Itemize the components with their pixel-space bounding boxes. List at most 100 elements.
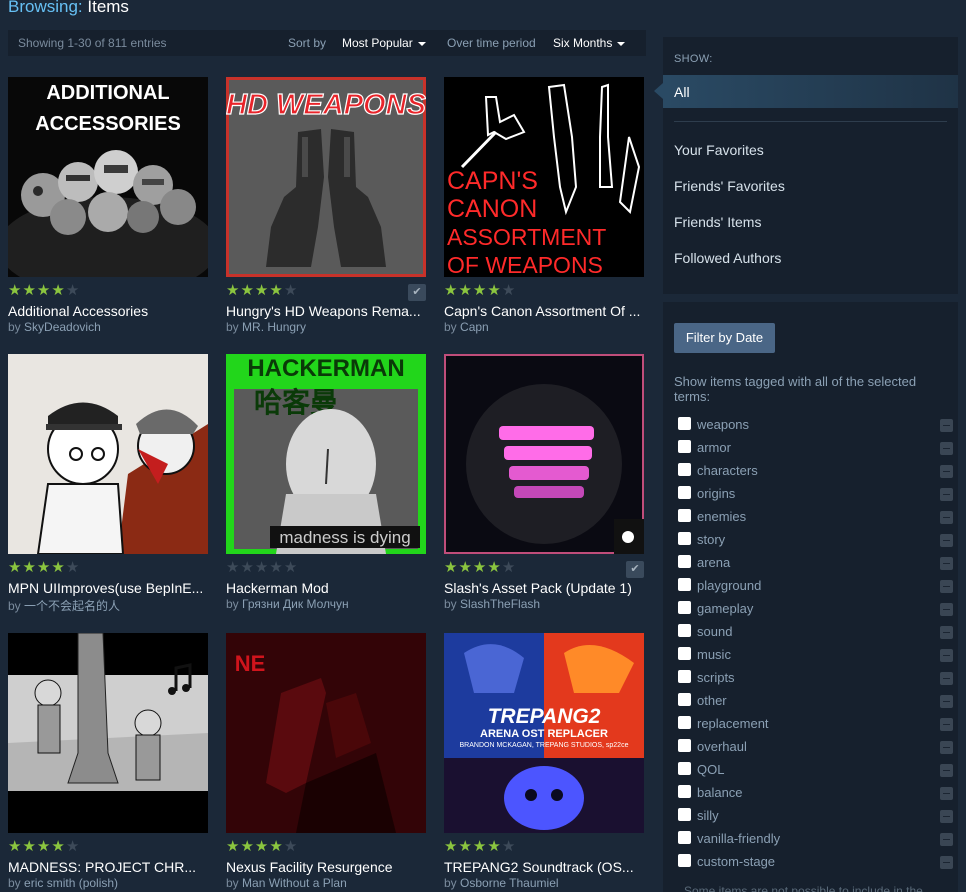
item-title[interactable]: Slash's Asset Pack (Update 1) [444,580,649,596]
tag-checkbox[interactable] [678,831,691,844]
tag-checkbox[interactable] [678,486,691,499]
tag-label[interactable]: scripts [697,670,735,685]
tag-label[interactable]: enemies [697,509,746,524]
tag-label[interactable]: origins [697,486,735,501]
tag-checkbox[interactable] [678,601,691,614]
subscribed-check-icon[interactable]: ✔ [408,284,426,301]
item-title[interactable]: Additional Accessories [8,303,213,319]
tag-checkbox[interactable] [678,555,691,568]
subscribed-check-icon[interactable]: ✔ [626,561,644,578]
author-link[interactable]: Man Without a Plan [242,876,347,890]
tag-checkbox[interactable] [678,624,691,637]
tag-checkbox[interactable] [678,670,691,683]
tag-label[interactable]: armor [697,440,731,455]
exclude-tag-icon[interactable] [940,672,953,685]
tag-checkbox[interactable] [678,762,691,775]
exclude-tag-icon[interactable] [940,626,953,639]
item-thumbnail[interactable]: HD WEAPONS [226,77,426,277]
tag-label[interactable]: weapons [697,417,749,432]
exclude-tag-icon[interactable] [940,442,953,455]
star-empty-icon: ★ [501,838,517,855]
tag-label[interactable]: other [697,693,727,708]
author-link[interactable]: eric smith (polish) [24,876,118,890]
exclude-tag-icon[interactable] [940,810,953,823]
time-period-dropdown[interactable]: Six Months [553,36,626,50]
filter-by-date-button[interactable]: Filter by Date [674,323,775,353]
tag-label[interactable]: vanilla-friendly [697,831,780,846]
item-title[interactable]: Hackerman Mod [226,580,431,596]
exclude-tag-icon[interactable] [940,419,953,432]
exclude-tag-icon[interactable] [940,465,953,478]
tag-label[interactable]: silly [697,808,719,823]
show-your-favorites[interactable]: Your Favorites [674,142,764,158]
exclude-tag-icon[interactable] [940,649,953,662]
rating-stars: ★★★★★ [444,283,516,298]
browsing-label: Browsing: [8,0,83,16]
exclude-tag-icon[interactable] [940,488,953,501]
tag-label[interactable]: story [697,532,725,547]
exclude-tag-icon[interactable] [940,534,953,547]
exclude-tag-icon[interactable] [940,695,953,708]
item-thumbnail[interactable]: HACKERMAN 哈客曼 madness is dying [226,354,426,554]
tag-label[interactable]: QOL [697,762,724,777]
show-followed-authors[interactable]: Followed Authors [674,250,781,266]
tag-label[interactable]: custom-stage [697,854,775,869]
exclude-tag-icon[interactable] [940,580,953,593]
item-title[interactable]: Capn's Canon Assortment Of ... [444,303,649,319]
show-all-option[interactable]: All [654,75,958,108]
tag-label[interactable]: arena [697,555,730,570]
exclude-tag-icon[interactable] [940,764,953,777]
author-link[interactable]: SlashTheFlash [460,597,540,611]
tag-checkbox[interactable] [678,854,691,867]
author-link[interactable]: 一个不会起名的人 [24,599,120,613]
item-title[interactable]: MPN UIImproves(use BepInE... [8,580,213,596]
item-thumbnail[interactable]: ADDITIONAL ACCESSORIES [8,77,208,277]
tag-label[interactable]: replacement [697,716,769,731]
tag-label[interactable]: music [697,647,731,662]
exclude-tag-icon[interactable] [940,856,953,869]
exclude-tag-icon[interactable] [940,741,953,754]
exclude-tag-icon[interactable] [940,718,953,731]
tag-checkbox[interactable] [678,693,691,706]
tag-checkbox[interactable] [678,739,691,752]
item-thumbnail[interactable]: TREPANG2 ARENA OST REPLACER BRANDON MCKA… [444,633,644,833]
author-link[interactable]: SkyDeadovich [24,320,101,334]
item-thumbnail[interactable] [8,354,208,554]
show-friends-items[interactable]: Friends' Items [674,214,761,230]
tag-checkbox[interactable] [678,417,691,430]
author-link[interactable]: MR. Hungry [242,320,306,334]
item-title[interactable]: Hungry's HD Weapons Rema... [226,303,431,319]
author-link[interactable]: Osborne Thaumiel [460,876,559,890]
item-thumbnail[interactable] [444,354,644,554]
show-friends-favorites[interactable]: Friends' Favorites [674,178,785,194]
item-title[interactable]: TREPANG2 Soundtrack (OS... [444,859,649,875]
item-thumbnail[interactable]: NE [226,633,426,833]
author-link[interactable]: Грязни Дик Молчун [242,597,349,611]
tag-label[interactable]: characters [697,463,758,478]
tag-label[interactable]: playground [697,578,761,593]
exclude-tag-icon[interactable] [940,511,953,524]
sort-by-dropdown[interactable]: Most Popular [342,36,426,50]
exclude-tag-icon[interactable] [940,557,953,570]
exclude-tag-icon[interactable] [940,833,953,846]
item-title[interactable]: MADNESS: PROJECT CHR... [8,859,213,875]
tag-label[interactable]: balance [697,785,743,800]
tag-label[interactable]: gameplay [697,601,753,616]
item-thumbnail[interactable] [8,633,208,833]
tag-checkbox[interactable] [678,440,691,453]
tag-checkbox[interactable] [678,532,691,545]
tag-checkbox[interactable] [678,785,691,798]
tag-checkbox[interactable] [678,578,691,591]
exclude-tag-icon[interactable] [940,787,953,800]
tag-checkbox[interactable] [678,716,691,729]
item-thumbnail[interactable]: CAPN'S CANON ASSORTMENT OF WEAPONS [444,77,644,277]
author-link[interactable]: Capn [460,320,489,334]
exclude-tag-icon[interactable] [940,603,953,616]
tag-checkbox[interactable] [678,808,691,821]
tag-checkbox[interactable] [678,463,691,476]
item-title[interactable]: Nexus Facility Resurgence [226,859,431,875]
tag-label[interactable]: sound [697,624,732,639]
tag-checkbox[interactable] [678,509,691,522]
tag-checkbox[interactable] [678,647,691,660]
tag-label[interactable]: overhaul [697,739,747,754]
